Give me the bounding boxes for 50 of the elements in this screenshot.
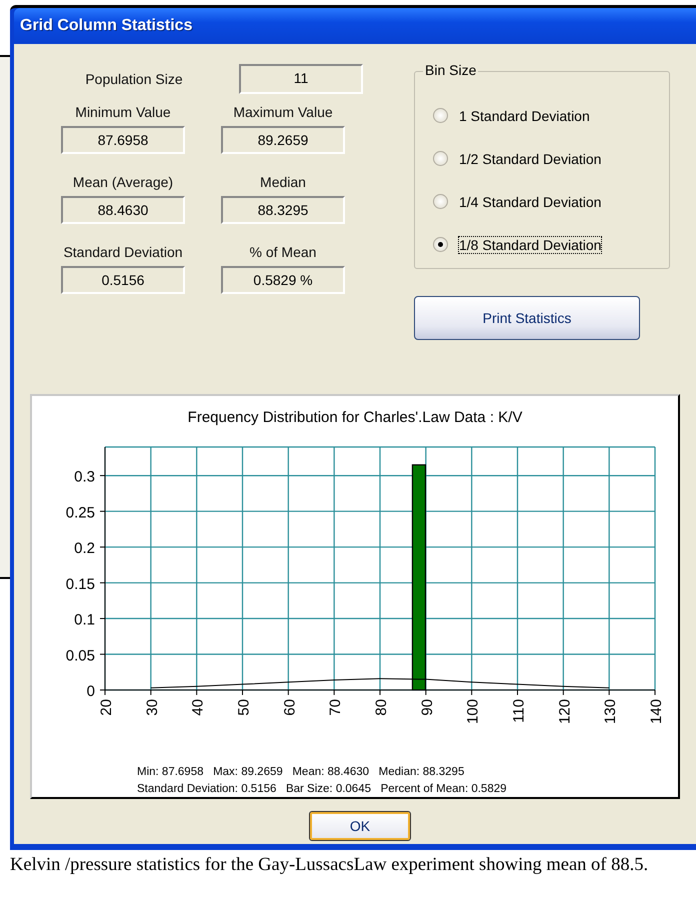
x-tick-label: 110 xyxy=(510,699,528,723)
value-field: 0.5156 xyxy=(61,266,185,294)
x-tick-label: 80 xyxy=(373,699,390,716)
field-label: Minimum Value xyxy=(75,104,171,120)
y-tick-label: 0.3 xyxy=(74,468,95,486)
caption-text: Kelvin /pressure statistics for the Gay-LussacsLaw experiment showing mean of 88.5. xyxy=(10,854,650,877)
ok-button[interactable]: OK xyxy=(309,811,411,841)
radio-button[interactable] xyxy=(433,151,448,166)
value-field: 88.4630 xyxy=(61,196,185,224)
x-tick-label: 100 xyxy=(464,699,482,724)
radio-button[interactable] xyxy=(433,237,448,252)
option-label[interactable]: 1/4 Standard Deviation xyxy=(458,192,602,210)
option-label[interactable]: 1/8 Standard Deviation xyxy=(458,236,602,254)
x-tick-label: 130 xyxy=(602,699,620,724)
radio-button[interactable] xyxy=(433,108,448,123)
radio-button[interactable] xyxy=(433,194,448,209)
y-tick-label: 0.15 xyxy=(66,576,95,593)
x-tick-label: 90 xyxy=(418,699,436,716)
x-tick-label: 20 xyxy=(98,699,115,716)
value-field: 87.6958 xyxy=(61,126,185,154)
y-tick-label: 0 xyxy=(86,683,95,700)
x-tick-label: 60 xyxy=(281,699,298,716)
field-label: Standard Deviation xyxy=(63,244,183,260)
y-tick-label: 0.05 xyxy=(66,647,95,664)
group-title: Bin Size xyxy=(423,62,478,78)
x-tick-label: 40 xyxy=(190,699,207,716)
summary-text: Min: 87.6958 Max: 89.2659 Mean: 88.4630 Median: 88.3295 xyxy=(137,766,464,778)
window-title: Grid Column Statistics xyxy=(20,17,192,35)
x-tick-label: 50 xyxy=(236,699,252,716)
summary-text: Standard Deviation: 0.5156 Bar Size: 0.0645 Percent of Mean: 0.5829 xyxy=(137,783,507,795)
value-field: 0.5829 % xyxy=(221,266,345,294)
option-label[interactable]: 1/2 Standard Deviation xyxy=(458,150,602,168)
y-tick-label: 0.1 xyxy=(74,612,95,629)
field-label: % of Mean xyxy=(250,244,316,260)
option-label[interactable]: 1 Standard Deviation xyxy=(458,106,591,124)
field-label: Population Size xyxy=(84,71,184,87)
field-label: Maximum Value xyxy=(233,104,333,120)
value-field: 88.3295 xyxy=(221,196,345,224)
field-label: Median xyxy=(260,174,306,190)
field-label: Mean (Average) xyxy=(72,174,174,190)
x-tick-label: 70 xyxy=(327,699,344,716)
print-statistics-button[interactable]: Print Statistics xyxy=(414,296,640,340)
value-field: 89.2659 xyxy=(221,126,345,154)
x-tick-label: 30 xyxy=(144,699,161,716)
chart-title: Frequency Distribution for Charles'.Law Data : K/V xyxy=(188,409,522,426)
y-tick-label: 0.2 xyxy=(74,540,95,558)
value-field: 11 xyxy=(239,64,363,94)
x-tick-label: 140 xyxy=(648,699,665,724)
x-tick-label: 120 xyxy=(556,699,574,724)
y-tick-label: 0.25 xyxy=(66,504,95,522)
